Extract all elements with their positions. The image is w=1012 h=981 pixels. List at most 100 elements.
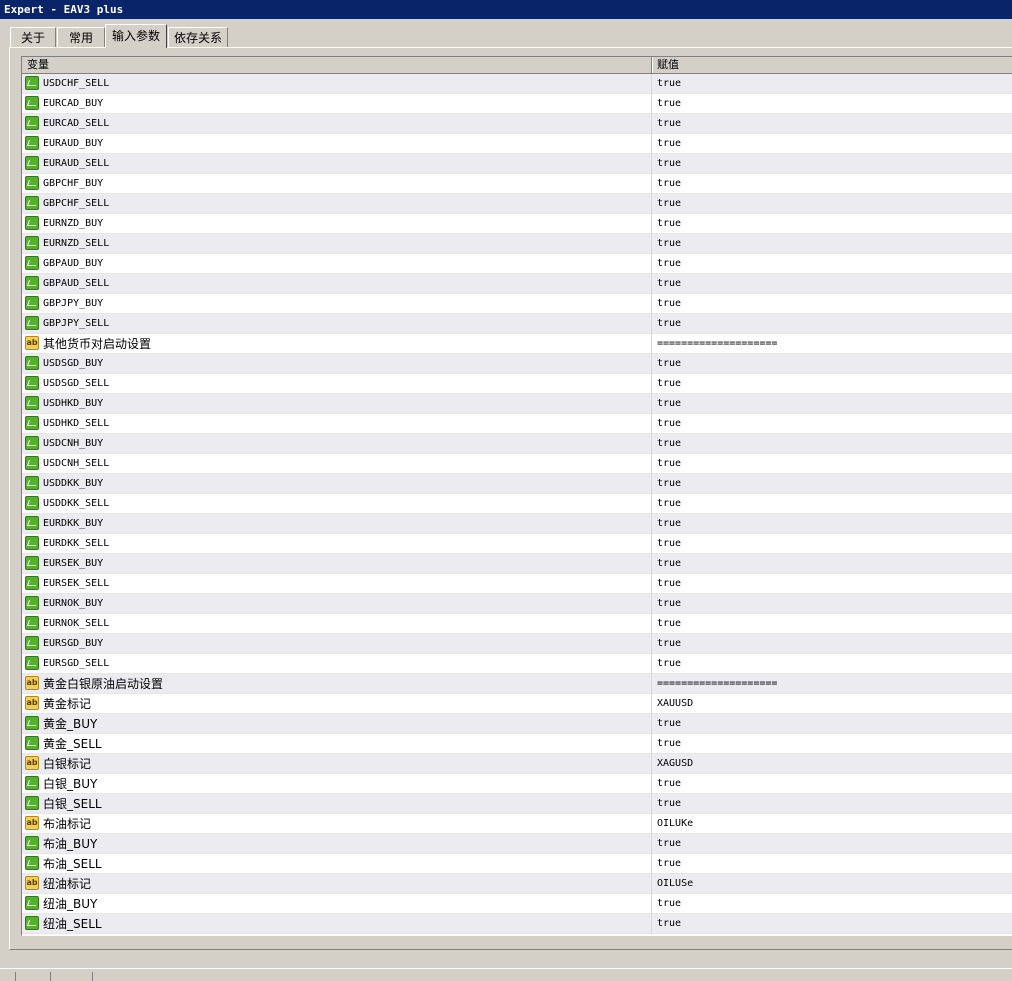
table-row[interactable]: GBPCHF_BUY true bbox=[22, 174, 1012, 194]
parameter-value[interactable]: true bbox=[657, 914, 681, 934]
parameter-value[interactable]: true bbox=[657, 254, 681, 274]
table-row[interactable]: EURAUD_BUY true bbox=[22, 134, 1012, 154]
parameter-value[interactable]: true bbox=[657, 194, 681, 214]
table-row[interactable]: EURSEK_BUY true bbox=[22, 554, 1012, 574]
table-row[interactable]: GBPAUD_SELL true bbox=[22, 274, 1012, 294]
table-row[interactable]: USDDKK_BUY true bbox=[22, 474, 1012, 494]
parameter-name: GBPAUD_BUY bbox=[43, 258, 104, 269]
table-row[interactable]: 白银_SELL true bbox=[22, 794, 1012, 814]
tab-dependencies[interactable]: 依存关系 bbox=[168, 27, 228, 47]
table-row[interactable]: GBPAUD_BUY true bbox=[22, 254, 1012, 274]
parameter-value[interactable]: true bbox=[657, 834, 681, 854]
parameter-value[interactable]: true bbox=[657, 434, 681, 454]
parameter-value[interactable]: true bbox=[657, 634, 681, 654]
parameter-value[interactable]: true bbox=[657, 114, 681, 134]
table-row[interactable]: EURNZD_SELL true bbox=[22, 234, 1012, 254]
parameter-value[interactable]: true bbox=[657, 594, 681, 614]
table-row[interactable]: EURAUD_SELL true bbox=[22, 154, 1012, 174]
table-row[interactable]: EURCAD_BUY true bbox=[22, 94, 1012, 114]
table-row[interactable]: GBPCHF_SELL true bbox=[22, 194, 1012, 214]
parameter-value[interactable]: true bbox=[657, 374, 681, 394]
parameter-value[interactable]: true bbox=[657, 554, 681, 574]
tab-common[interactable]: 常用 bbox=[57, 27, 105, 47]
table-row[interactable]: EURNZD_BUY true bbox=[22, 214, 1012, 234]
parameter-value[interactable]: true bbox=[657, 494, 681, 514]
bool-icon bbox=[25, 576, 39, 590]
table-row[interactable]: EURSGD_BUY true bbox=[22, 634, 1012, 654]
parameter-name: EURSEK_SELL bbox=[43, 578, 110, 589]
parameter-value[interactable]: ==================== bbox=[657, 334, 777, 354]
column-header-variable[interactable]: 变量 bbox=[27, 57, 49, 73]
parameter-value[interactable]: true bbox=[657, 174, 681, 194]
table-row[interactable]: GBPJPY_SELL true bbox=[22, 314, 1012, 334]
table-row[interactable]: EURNOK_BUY true bbox=[22, 594, 1012, 614]
table-row[interactable]: EURNOK_SELL true bbox=[22, 614, 1012, 634]
parameter-value[interactable]: ==================== bbox=[657, 674, 777, 694]
table-row[interactable]: 纽油_SELL true bbox=[22, 914, 1012, 934]
table-row[interactable]: ab 黄金标记 XAUUSD bbox=[22, 694, 1012, 714]
table-row[interactable]: USDDKK_SELL true bbox=[22, 494, 1012, 514]
parameter-value[interactable]: true bbox=[657, 214, 681, 234]
parameter-value[interactable]: true bbox=[657, 454, 681, 474]
parameter-value[interactable]: true bbox=[657, 514, 681, 534]
parameter-value[interactable]: true bbox=[657, 894, 681, 914]
table-row[interactable]: 白银_BUY true bbox=[22, 774, 1012, 794]
table-row[interactable]: USDHKD_SELL true bbox=[22, 414, 1012, 434]
parameter-value[interactable]: OILUKe bbox=[657, 814, 693, 834]
parameter-value[interactable]: true bbox=[657, 734, 681, 754]
parameter-value[interactable]: true bbox=[657, 294, 681, 314]
parameter-value[interactable]: true bbox=[657, 474, 681, 494]
parameter-value[interactable]: true bbox=[657, 414, 681, 434]
table-row[interactable]: ab 布油标记 OILUKe bbox=[22, 814, 1012, 834]
table-row[interactable]: EURCAD_SELL true bbox=[22, 114, 1012, 134]
table-row[interactable]: EURSEK_SELL true bbox=[22, 574, 1012, 594]
table-row[interactable]: ab 纽油标记 OILUSe bbox=[22, 874, 1012, 894]
parameter-value[interactable]: XAUUSD bbox=[657, 694, 693, 714]
table-row[interactable]: USDSGD_BUY true bbox=[22, 354, 1012, 374]
table-row[interactable]: 布油_BUY true bbox=[22, 834, 1012, 854]
tab-inputs[interactable]: 输入参数 bbox=[105, 24, 167, 48]
parameter-value[interactable]: true bbox=[657, 654, 681, 674]
parameter-value[interactable]: true bbox=[657, 94, 681, 114]
parameter-value[interactable]: true bbox=[657, 714, 681, 734]
table-row[interactable]: ab 白银标记 XAGUSD bbox=[22, 754, 1012, 774]
parameter-value[interactable]: true bbox=[657, 574, 681, 594]
parameter-value[interactable]: OILUSe bbox=[657, 874, 693, 894]
parameter-value[interactable]: true bbox=[657, 794, 681, 814]
table-row[interactable]: USDCHF_SELL true bbox=[22, 74, 1012, 94]
table-row[interactable]: ab 其他货币对启动设置 ==================== bbox=[22, 334, 1012, 354]
cell-divider bbox=[651, 394, 652, 414]
table-row[interactable]: 黄金_BUY true bbox=[22, 714, 1012, 734]
table-row[interactable]: USDSGD_SELL true bbox=[22, 374, 1012, 394]
parameter-value[interactable]: true bbox=[657, 314, 681, 334]
table-row[interactable]: ab 黄金白银原油启动设置 ==================== bbox=[22, 674, 1012, 694]
table-row[interactable]: EURDKK_BUY true bbox=[22, 514, 1012, 534]
parameter-value[interactable]: true bbox=[657, 854, 681, 874]
parameter-value[interactable]: true bbox=[657, 354, 681, 374]
table-row[interactable]: USDHKD_BUY true bbox=[22, 394, 1012, 414]
table-row[interactable]: USDCNH_BUY true bbox=[22, 434, 1012, 454]
column-header-value[interactable]: 赋值 bbox=[657, 57, 679, 73]
table-row[interactable]: EURDKK_SELL true bbox=[22, 534, 1012, 554]
table-row[interactable]: GBPJPY_BUY true bbox=[22, 294, 1012, 314]
parameter-value[interactable]: true bbox=[657, 614, 681, 634]
parameter-value[interactable]: true bbox=[657, 394, 681, 414]
bool-icon bbox=[25, 736, 39, 750]
parameter-value[interactable]: true bbox=[657, 74, 681, 94]
parameter-value[interactable]: true bbox=[657, 134, 681, 154]
parameter-value[interactable]: XAGUSD bbox=[657, 754, 693, 774]
table-row[interactable]: EURSGD_SELL true bbox=[22, 654, 1012, 674]
table-row[interactable]: USDCNH_SELL true bbox=[22, 454, 1012, 474]
parameter-value[interactable]: true bbox=[657, 234, 681, 254]
tab-about[interactable]: 关于 bbox=[10, 27, 56, 47]
parameter-value[interactable]: true bbox=[657, 774, 681, 794]
bool-icon bbox=[25, 636, 39, 650]
parameter-value[interactable]: true bbox=[657, 274, 681, 294]
parameter-value[interactable]: true bbox=[657, 154, 681, 174]
table-row[interactable]: 纽油_BUY true bbox=[22, 894, 1012, 914]
table-row[interactable]: 黄金_SELL true bbox=[22, 734, 1012, 754]
table-row[interactable]: 布油_SELL true bbox=[22, 854, 1012, 874]
parameter-value[interactable]: true bbox=[657, 534, 681, 554]
parameter-name: EURNOK_SELL bbox=[43, 618, 110, 629]
parameter-name: EURNOK_BUY bbox=[43, 598, 104, 609]
